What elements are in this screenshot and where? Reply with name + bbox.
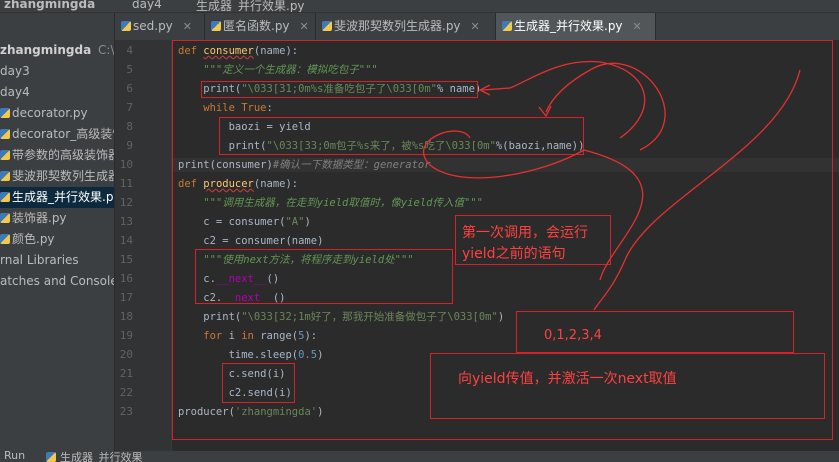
tree-item-external-libraries[interactable]: rnal Libraries — [0, 250, 114, 271]
tree-item-label: atches and Consoles — [0, 274, 114, 288]
line-number: 19 — [119, 329, 133, 342]
python-file-icon — [502, 21, 512, 31]
tree-item-label: day4 — [0, 85, 30, 99]
python-file-icon — [322, 21, 332, 31]
tree-item-label: decorator_高级装饰 — [12, 127, 114, 141]
python-file-icon — [0, 213, 10, 223]
tree-item-decorator-advanced[interactable]: decorator_高级装饰 — [0, 124, 114, 145]
nav-file[interactable]: 生成器_并行效果.py — [196, 0, 305, 12]
line-number: 20 — [119, 348, 133, 361]
python-file-icon — [0, 150, 10, 160]
line-number: 14 — [119, 234, 133, 247]
tree-item-label: 带参数的高级装饰器 — [12, 148, 114, 162]
editor-tab-bar: sed.py ✕ 匿名函数.py ✕ 斐波那契数列生成器.py ✕ 生成器_并行效果.… — [115, 13, 839, 41]
navigation-bar: zhangmingda day4 生成器_并行效果.py — [0, 0, 839, 13]
tab-label: 生成器_并行效果.py — [514, 19, 623, 33]
annotation-box-next-calls — [195, 249, 453, 304]
line-number: 8 — [126, 120, 133, 133]
python-file-icon — [0, 234, 10, 244]
tree-item-decorator[interactable]: decorator.py — [0, 103, 114, 124]
run-file-label[interactable]: 生成器_并行效果 — [60, 451, 143, 462]
tree-item-param-decorator[interactable]: 带参数的高级装饰器 — [0, 145, 114, 166]
python-file-icon — [0, 108, 10, 118]
annotation-box-print-line — [201, 81, 478, 98]
line-number: 22 — [119, 386, 133, 399]
tab-label: 斐波那契数列生成器.py — [334, 19, 461, 33]
annotation-first-call-text: 第一次调用，会运行 — [462, 225, 588, 241]
tree-item-label: rnal Libraries — [0, 253, 79, 267]
python-file-icon — [0, 171, 10, 181]
python-file-icon — [121, 21, 131, 31]
line-number: 7 — [126, 101, 133, 114]
run-tool-window-bar: Run 生成器_并行效果 — [0, 451, 839, 462]
project-root[interactable]: zhangmingda C:\Users — [0, 40, 114, 61]
python-file-icon — [0, 192, 10, 202]
tree-item-scratches[interactable]: atches and Consoles — [0, 271, 114, 292]
tree-item-label: 斐波那契数列生成器 — [12, 169, 114, 183]
run-label[interactable]: Run — [4, 451, 25, 462]
tree-item-label: 颜色.py — [12, 232, 55, 246]
annotation-range-values-text: 0,1,2,3,4 — [544, 328, 602, 343]
line-number: 16 — [119, 272, 133, 285]
project-root-path: C:\Users — [98, 43, 114, 57]
line-number-gutter: 4 5 6 7 8 9 10 11 12 13 14 15 16 17 18 1… — [115, 40, 195, 451]
python-file-icon — [46, 452, 56, 462]
line-number: 6 — [126, 82, 133, 95]
close-icon[interactable]: ✕ — [183, 20, 192, 33]
tree-item-label: 装饰器.py — [12, 211, 67, 225]
project-root-label: zhangmingda — [0, 43, 92, 57]
annotation-box-send-calls — [222, 363, 295, 403]
close-icon[interactable]: ✕ — [633, 20, 642, 33]
tree-item-decorator-cn[interactable]: 装饰器.py — [0, 208, 114, 229]
tree-item-day4[interactable]: day4 — [0, 82, 114, 103]
annotation-box-yield-block — [219, 117, 584, 155]
close-icon[interactable]: ✕ — [300, 20, 309, 33]
line-number: 15 — [119, 253, 133, 266]
tab-generator-parallel[interactable]: 生成器_并行效果.py ✕ — [496, 13, 656, 40]
tab-sed[interactable]: sed.py ✕ — [115, 13, 205, 40]
tree-item-color[interactable]: 颜色.py — [0, 229, 114, 250]
tree-item-fibonacci[interactable]: 斐波那契数列生成器 — [0, 166, 114, 187]
line-number: 4 — [126, 44, 133, 57]
nav-project[interactable]: zhangmingda — [4, 0, 95, 11]
line-number: 11 — [119, 177, 133, 190]
annotation-send-note-text: 向yield传值，并激活一次next取值 — [458, 371, 677, 387]
line-number: 5 — [126, 63, 133, 76]
nav-folder[interactable]: day4 — [132, 0, 162, 11]
project-tree: zhangmingda C:\Users day3 day4 decorator… — [0, 13, 115, 451]
tab-label: 匿名函数.py — [223, 19, 290, 33]
tab-fibonacci[interactable]: 斐波那契数列生成器.py ✕ — [316, 13, 496, 40]
line-number: 10 — [119, 158, 133, 171]
tree-item-day3[interactable]: day3 — [0, 61, 114, 82]
tree-item-generator-parallel[interactable]: 生成器_并行效果.py — [0, 187, 114, 208]
line-number: 17 — [119, 291, 133, 304]
tree-item-label: day3 — [0, 64, 30, 78]
tab-label: sed.py — [133, 19, 173, 33]
tree-item-label: 生成器_并行效果.py — [12, 190, 114, 204]
python-file-icon — [211, 21, 221, 31]
line-number: 12 — [119, 196, 133, 209]
line-number: 18 — [119, 310, 133, 323]
line-number: 9 — [126, 139, 133, 152]
annotation-first-call-text-2: yield之前的语句 — [462, 246, 566, 262]
line-number: 21 — [119, 367, 133, 380]
python-file-icon — [0, 129, 10, 139]
close-icon[interactable]: ✕ — [471, 20, 480, 33]
line-number: 23 — [119, 405, 133, 418]
line-number: 13 — [119, 215, 133, 228]
tree-item-label: decorator.py — [12, 106, 88, 120]
tab-anonymous-function[interactable]: 匿名函数.py ✕ — [205, 13, 316, 40]
